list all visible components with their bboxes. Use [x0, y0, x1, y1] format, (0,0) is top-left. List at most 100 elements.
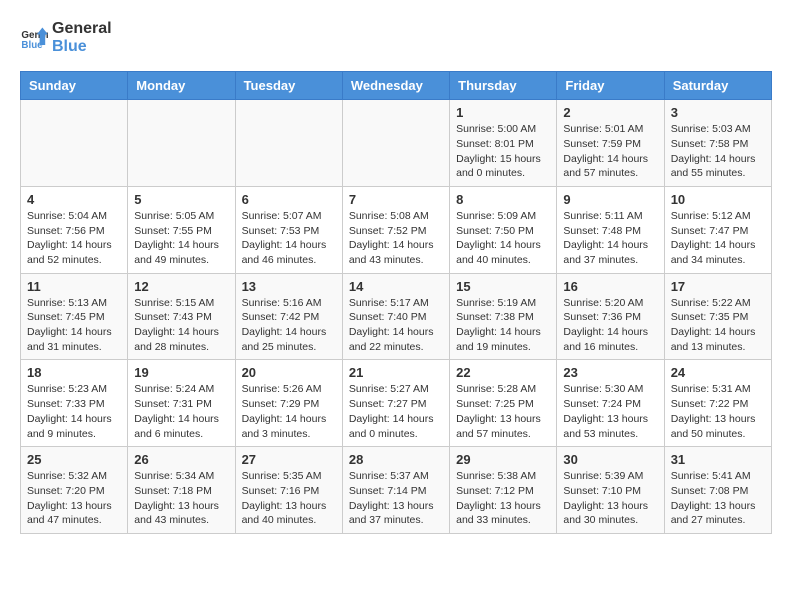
- day-number: 17: [671, 279, 765, 294]
- day-info: Sunrise: 5:15 AM: [134, 296, 228, 311]
- day-info: Sunset: 8:01 PM: [456, 137, 550, 152]
- day-number: 23: [563, 365, 657, 380]
- table-row: 8Sunrise: 5:09 AMSunset: 7:50 PMDaylight…: [450, 186, 557, 273]
- day-info: and 43 minutes.: [134, 513, 228, 528]
- table-row: 12Sunrise: 5:15 AMSunset: 7:43 PMDayligh…: [128, 273, 235, 360]
- day-info: Daylight: 14 hours: [27, 325, 121, 340]
- day-info: and 37 minutes.: [563, 253, 657, 268]
- day-number: 25: [27, 452, 121, 467]
- day-number: 12: [134, 279, 228, 294]
- day-info: Sunrise: 5:01 AM: [563, 122, 657, 137]
- day-info: Sunset: 7:24 PM: [563, 397, 657, 412]
- day-number: 29: [456, 452, 550, 467]
- day-number: 27: [242, 452, 336, 467]
- day-info: Sunset: 7:25 PM: [456, 397, 550, 412]
- day-info: Daylight: 13 hours: [134, 499, 228, 514]
- day-info: Daylight: 14 hours: [27, 412, 121, 427]
- col-thursday: Thursday: [450, 72, 557, 100]
- day-info: Sunset: 7:14 PM: [349, 484, 443, 499]
- day-info: and 46 minutes.: [242, 253, 336, 268]
- day-info: and 19 minutes.: [456, 340, 550, 355]
- day-info: Daylight: 14 hours: [456, 238, 550, 253]
- day-number: 26: [134, 452, 228, 467]
- day-info: Daylight: 13 hours: [671, 412, 765, 427]
- day-info: Sunset: 7:53 PM: [242, 224, 336, 239]
- calendar-header-row: Sunday Monday Tuesday Wednesday Thursday…: [21, 72, 772, 100]
- day-info: Sunrise: 5:30 AM: [563, 382, 657, 397]
- day-info: Sunset: 7:10 PM: [563, 484, 657, 499]
- day-number: 11: [27, 279, 121, 294]
- day-number: 13: [242, 279, 336, 294]
- table-row: 22Sunrise: 5:28 AMSunset: 7:25 PMDayligh…: [450, 360, 557, 447]
- day-info: Sunset: 7:47 PM: [671, 224, 765, 239]
- day-info: Sunrise: 5:22 AM: [671, 296, 765, 311]
- day-info: Sunrise: 5:04 AM: [27, 209, 121, 224]
- day-info: Daylight: 14 hours: [134, 412, 228, 427]
- calendar-week-row: 25Sunrise: 5:32 AMSunset: 7:20 PMDayligh…: [21, 447, 772, 534]
- day-info: Sunset: 7:50 PM: [456, 224, 550, 239]
- day-info: and 27 minutes.: [671, 513, 765, 528]
- day-number: 2: [563, 105, 657, 120]
- day-info: Sunset: 7:55 PM: [134, 224, 228, 239]
- day-info: and 9 minutes.: [27, 427, 121, 442]
- table-row: 2Sunrise: 5:01 AMSunset: 7:59 PMDaylight…: [557, 100, 664, 187]
- calendar-table: Sunday Monday Tuesday Wednesday Thursday…: [20, 71, 772, 534]
- day-info: and 50 minutes.: [671, 427, 765, 442]
- day-info: Daylight: 14 hours: [349, 325, 443, 340]
- day-info: Daylight: 13 hours: [27, 499, 121, 514]
- day-info: Sunrise: 5:32 AM: [27, 469, 121, 484]
- day-number: 20: [242, 365, 336, 380]
- day-number: 4: [27, 192, 121, 207]
- day-info: Sunrise: 5:03 AM: [671, 122, 765, 137]
- logo-blue-text: Blue: [52, 38, 112, 56]
- day-info: Sunset: 7:18 PM: [134, 484, 228, 499]
- day-number: 1: [456, 105, 550, 120]
- day-info: Daylight: 13 hours: [456, 499, 550, 514]
- table-row: 4Sunrise: 5:04 AMSunset: 7:56 PMDaylight…: [21, 186, 128, 273]
- table-row: 19Sunrise: 5:24 AMSunset: 7:31 PMDayligh…: [128, 360, 235, 447]
- day-info: Sunset: 7:58 PM: [671, 137, 765, 152]
- table-row: 9Sunrise: 5:11 AMSunset: 7:48 PMDaylight…: [557, 186, 664, 273]
- table-row: 14Sunrise: 5:17 AMSunset: 7:40 PMDayligh…: [342, 273, 449, 360]
- header: General Blue General Blue: [20, 20, 772, 55]
- day-info: Sunrise: 5:26 AM: [242, 382, 336, 397]
- table-row: [21, 100, 128, 187]
- table-row: 25Sunrise: 5:32 AMSunset: 7:20 PMDayligh…: [21, 447, 128, 534]
- day-info: Sunset: 7:52 PM: [349, 224, 443, 239]
- day-info: Sunrise: 5:27 AM: [349, 382, 443, 397]
- day-info: Daylight: 14 hours: [134, 325, 228, 340]
- logo-general-text: General: [52, 20, 112, 38]
- day-info: Sunrise: 5:39 AM: [563, 469, 657, 484]
- day-info: Sunrise: 5:20 AM: [563, 296, 657, 311]
- table-row: 17Sunrise: 5:22 AMSunset: 7:35 PMDayligh…: [664, 273, 771, 360]
- day-info: Daylight: 13 hours: [456, 412, 550, 427]
- day-info: and 0 minutes.: [456, 166, 550, 181]
- table-row: 26Sunrise: 5:34 AMSunset: 7:18 PMDayligh…: [128, 447, 235, 534]
- day-info: Sunset: 7:38 PM: [456, 310, 550, 325]
- day-number: 10: [671, 192, 765, 207]
- day-info: Sunrise: 5:05 AM: [134, 209, 228, 224]
- day-info: Daylight: 15 hours: [456, 152, 550, 167]
- day-info: and 43 minutes.: [349, 253, 443, 268]
- day-number: 24: [671, 365, 765, 380]
- day-number: 14: [349, 279, 443, 294]
- day-info: and 57 minutes.: [563, 166, 657, 181]
- day-number: 3: [671, 105, 765, 120]
- table-row: 15Sunrise: 5:19 AMSunset: 7:38 PMDayligh…: [450, 273, 557, 360]
- day-info: and 30 minutes.: [563, 513, 657, 528]
- day-info: Sunrise: 5:12 AM: [671, 209, 765, 224]
- logo: General Blue General Blue: [20, 20, 112, 55]
- day-info: Sunset: 7:45 PM: [27, 310, 121, 325]
- day-number: 22: [456, 365, 550, 380]
- day-info: Sunset: 7:56 PM: [27, 224, 121, 239]
- table-row: 20Sunrise: 5:26 AMSunset: 7:29 PMDayligh…: [235, 360, 342, 447]
- day-number: 8: [456, 192, 550, 207]
- col-tuesday: Tuesday: [235, 72, 342, 100]
- day-info: and 28 minutes.: [134, 340, 228, 355]
- day-info: and 49 minutes.: [134, 253, 228, 268]
- day-info: Daylight: 14 hours: [671, 325, 765, 340]
- day-number: 30: [563, 452, 657, 467]
- day-info: Sunset: 7:29 PM: [242, 397, 336, 412]
- day-info: Daylight: 13 hours: [671, 499, 765, 514]
- day-info: Sunset: 7:12 PM: [456, 484, 550, 499]
